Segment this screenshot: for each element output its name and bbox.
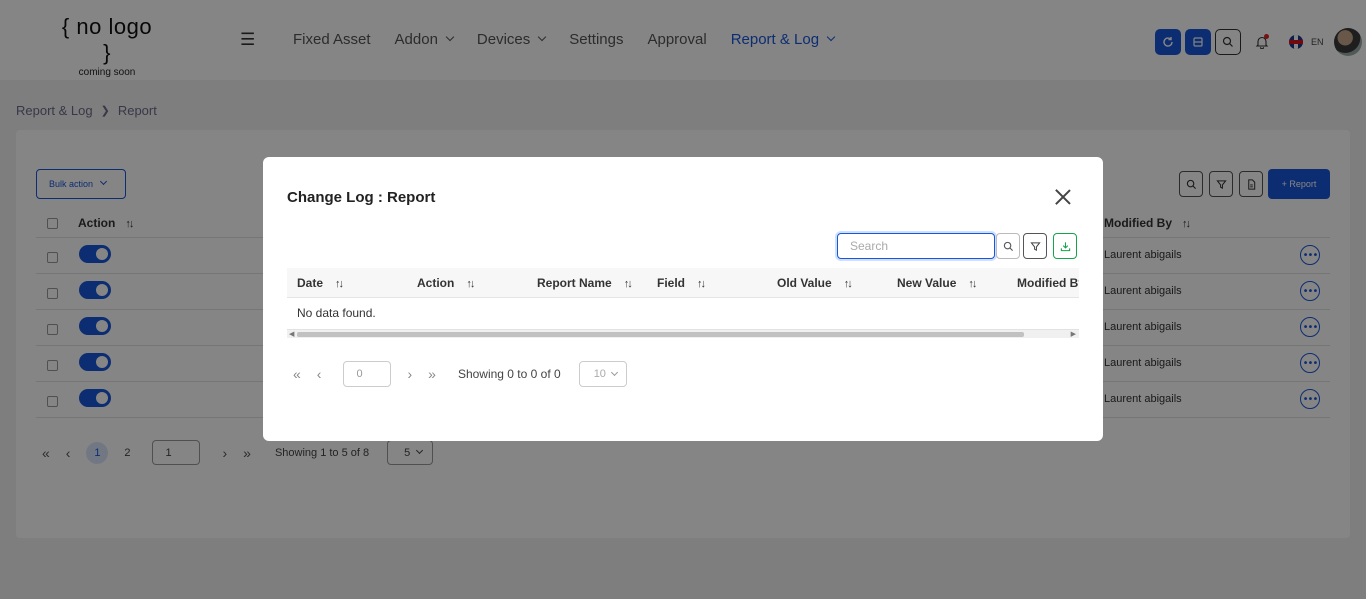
column-label: Date	[297, 276, 324, 290]
pager-status: Showing 0 to 0 of 0	[457, 367, 561, 381]
chevron-down-icon	[610, 368, 618, 376]
sort-icon: ↑↓	[466, 278, 475, 290]
column-label: Modified By	[1017, 276, 1079, 290]
column-date[interactable]: Date ↑↓	[297, 276, 344, 290]
modal-search-input[interactable]	[837, 233, 995, 259]
column-label: Report Name	[537, 276, 612, 290]
scroll-right-icon[interactable]: ▶	[1071, 330, 1076, 338]
per-page-value: 10	[593, 368, 606, 380]
prev-page-icon[interactable]: ‹	[317, 366, 322, 382]
column-field[interactable]: Field ↑↓	[657, 276, 706, 290]
modal-pager: « ‹ 0 › » Showing 0 to 0 of 0 10	[293, 361, 627, 387]
empty-state-text: No data found.	[297, 306, 376, 320]
filter-icon	[1029, 241, 1041, 251]
column-label: Action	[417, 276, 455, 290]
scroll-left-icon[interactable]: ◀	[289, 330, 294, 338]
scrollbar-thumb[interactable]	[297, 332, 1024, 337]
close-icon[interactable]	[1053, 187, 1073, 207]
sort-icon: ↑↓	[623, 278, 633, 290]
modal-download-button[interactable]	[1053, 233, 1077, 259]
column-report-name[interactable]: Report Name ↑↓	[537, 276, 633, 290]
column-action[interactable]: Action ↑↓	[417, 276, 475, 290]
column-label: Old Value	[777, 276, 832, 290]
next-page-icon[interactable]: ›	[407, 366, 412, 382]
column-new-value[interactable]: New Value ↑↓	[897, 276, 977, 290]
page-input[interactable]: 0	[343, 361, 392, 387]
change-log-header: Date ↑↓ Action ↑↓ Report Name ↑↓ Field ↑↓ Ol…	[287, 268, 1079, 298]
last-page-icon[interactable]: »	[428, 366, 436, 382]
change-log-table: Date ↑↓ Action ↑↓ Report Name ↑↓ Field ↑↓ Ol…	[287, 268, 1079, 328]
column-old-value[interactable]: Old Value ↑↓	[777, 276, 853, 290]
column-label: New Value	[897, 276, 957, 290]
modal-search-button[interactable]	[996, 233, 1020, 259]
sort-icon: ↑↓	[843, 278, 853, 290]
search-icon	[1003, 241, 1013, 251]
download-icon	[1060, 241, 1070, 251]
change-log-modal: Change Log : Report Date ↑↓ Action ↑↓ Repo…	[263, 157, 1103, 441]
first-page-icon[interactable]: «	[293, 366, 301, 382]
sort-icon: ↑↓	[968, 278, 977, 290]
horizontal-scrollbar[interactable]: ◀ ▶	[287, 329, 1079, 338]
column-modified-by[interactable]: Modified By	[1017, 276, 1079, 290]
sort-icon: ↑↓	[335, 278, 344, 290]
per-page-select[interactable]: 10	[578, 361, 627, 387]
modal-title: Change Log : Report	[287, 189, 436, 206]
column-label: Field	[657, 276, 686, 290]
sort-icon: ↑↓	[697, 278, 706, 290]
modal-filter-button[interactable]	[1023, 233, 1047, 259]
